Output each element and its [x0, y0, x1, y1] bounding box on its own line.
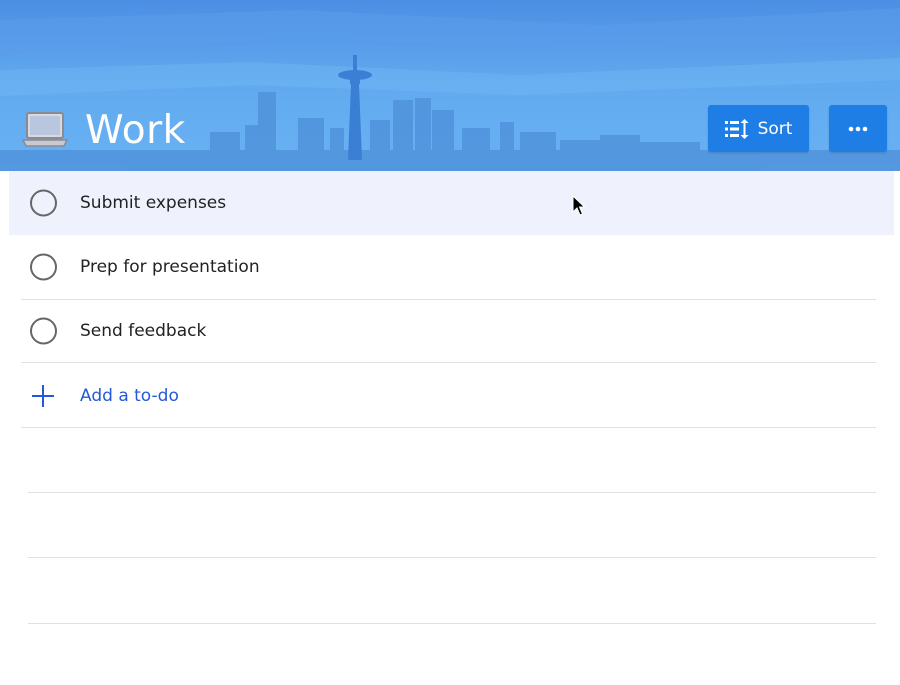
complete-checkbox[interactable]	[30, 189, 57, 217]
row-divider	[21, 362, 876, 363]
task-list: Submit expenses Prep for presentation Se…	[0, 171, 900, 363]
row-divider	[21, 299, 876, 300]
plus-icon	[32, 385, 54, 407]
add-todo-row[interactable]: Add a to-do	[0, 364, 900, 428]
sort-button[interactable]: Sort	[708, 105, 809, 152]
complete-checkbox[interactable]	[30, 253, 57, 281]
task-title: Send feedback	[80, 321, 207, 341]
todo-app: Work Sort Submit expenses Prep for prese…	[0, 0, 900, 685]
sort-icon	[724, 118, 749, 139]
row-divider	[28, 492, 876, 493]
task-row[interactable]: Submit expenses	[9, 171, 894, 235]
task-title: Submit expenses	[80, 193, 227, 213]
task-title: Prep for presentation	[80, 257, 260, 277]
list-title-area: Work	[22, 104, 186, 156]
row-divider	[28, 557, 876, 558]
complete-checkbox[interactable]	[30, 317, 57, 345]
laptop-icon	[22, 112, 68, 147]
task-row[interactable]: Prep for presentation	[0, 235, 900, 299]
more-icon	[848, 126, 868, 131]
task-row[interactable]: Send feedback	[0, 299, 900, 363]
add-todo-label: Add a to-do	[80, 386, 179, 406]
list-header: Work Sort	[0, 0, 900, 171]
more-options-button[interactable]	[829, 105, 887, 152]
sort-label: Sort	[757, 118, 793, 139]
list-title: Work	[85, 107, 186, 153]
row-divider	[28, 623, 876, 624]
